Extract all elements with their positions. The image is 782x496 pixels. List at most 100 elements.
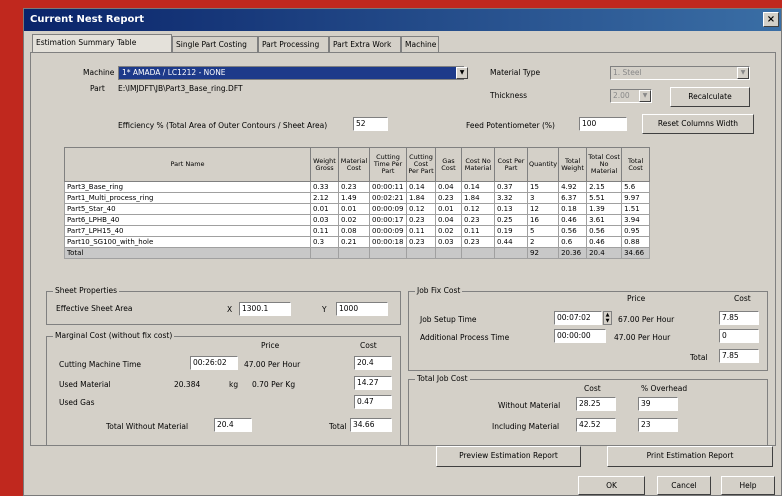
sheet-y-label: Y bbox=[322, 305, 327, 314]
table-cell: 20.36 bbox=[558, 247, 588, 259]
table-cell: 3.61 bbox=[586, 214, 623, 226]
job-setup-time-field[interactable]: 00:07:02 bbox=[554, 311, 602, 325]
marginal-cost-header: Cost bbox=[360, 341, 377, 350]
table-cell: 2.15 bbox=[586, 181, 623, 193]
additional-process-time-label: Additional Process Time bbox=[420, 333, 510, 342]
table-cell: 0.23 bbox=[461, 236, 495, 248]
marginal-total-field[interactable]: 34.66 bbox=[350, 418, 392, 432]
table-row[interactable]: Part7_LPH15_40 0.11 0.08 00:00:09 0.11 0.02 0.… bbox=[64, 225, 651, 237]
col-part-name[interactable]: Part Name bbox=[64, 147, 311, 182]
table-cell: 3.94 bbox=[621, 214, 651, 226]
cancel-button[interactable]: Cancel bbox=[657, 476, 711, 495]
table-cell: 0.11 bbox=[310, 225, 339, 237]
table-cell: 2 bbox=[526, 236, 560, 248]
setup-time-spinner-icon[interactable]: ▲ ▼ bbox=[603, 311, 612, 325]
table-total-row: Total 92 20.36 20.4 34.66 bbox=[64, 247, 651, 259]
close-button[interactable]: × bbox=[763, 12, 779, 27]
table-cell: 0.44 bbox=[494, 236, 528, 248]
print-report-button[interactable]: Print Estimation Report bbox=[607, 446, 773, 467]
job-setup-cost-field[interactable]: 7.85 bbox=[719, 311, 759, 325]
table-cell: Total bbox=[64, 247, 311, 259]
table-cell: Part5_Star_40 bbox=[64, 203, 311, 215]
tab-part-extra-work[interactable]: Part Extra Work bbox=[329, 36, 401, 52]
sheet-x-field[interactable]: 1300.1 bbox=[239, 302, 291, 316]
col-cutting-time[interactable]: Cutting Time Per Part bbox=[369, 147, 407, 182]
col-quantity[interactable]: Quantity bbox=[526, 147, 560, 182]
thickness-dropdown-icon[interactable]: ▼ bbox=[639, 90, 651, 102]
estimation-table: Part Name Weight Gross Material Cost Cut… bbox=[64, 147, 651, 259]
sheet-x-label: X bbox=[227, 305, 233, 314]
help-button[interactable]: Help bbox=[721, 476, 775, 495]
including-material-overhead-field[interactable]: 23 bbox=[638, 418, 678, 432]
material-type-select[interactable]: 1. Steel bbox=[610, 66, 750, 80]
cutting-cost-field[interactable]: 20.4 bbox=[354, 356, 392, 370]
table-row[interactable]: Part10_SG100_with_hole 0.3 0.21 00:00:18 0.2… bbox=[64, 236, 651, 248]
table-cell: 0.02 bbox=[435, 225, 462, 237]
including-material-cost-field[interactable]: 42.52 bbox=[576, 418, 616, 432]
table-cell: 0.23 bbox=[435, 192, 462, 204]
table-cell: 9.97 bbox=[621, 192, 651, 204]
additional-process-cost-field[interactable]: 0 bbox=[719, 329, 759, 343]
jobfix-total-field[interactable]: 7.85 bbox=[719, 349, 759, 363]
table-cell: 0.01 bbox=[435, 203, 462, 215]
table-row[interactable]: Part5_Star_40 0.01 0.01 00:00:09 0.12 0.01 0.1… bbox=[64, 203, 651, 215]
table-cell: 0.33 bbox=[310, 181, 339, 193]
tab-single-part-costing[interactable]: Single Part Costing bbox=[172, 36, 258, 52]
table-cell: 0.19 bbox=[494, 225, 528, 237]
sheet-area-label: Effective Sheet Area bbox=[56, 304, 133, 313]
table-row[interactable]: Part6_LPHB_40 0.03 0.02 00:00:17 0.23 0.04 0.2… bbox=[64, 214, 651, 226]
used-material-cost-field[interactable]: 14.27 bbox=[354, 376, 392, 390]
efficiency-field[interactable]: 52 bbox=[353, 117, 388, 131]
without-material-cost-field[interactable]: 28.25 bbox=[576, 397, 616, 411]
col-total-weight[interactable]: Total Weight bbox=[558, 147, 588, 182]
thickness-label: Thickness bbox=[490, 91, 528, 100]
marginal-total-label: Total bbox=[329, 422, 347, 431]
col-total-cost-no-material[interactable]: Total Cost No Material bbox=[586, 147, 623, 182]
additional-process-price: 47.00 Per Hour bbox=[614, 333, 671, 342]
col-cost-per-part[interactable]: Cost Per Part bbox=[494, 147, 528, 182]
col-material-cost[interactable]: Material Cost bbox=[338, 147, 370, 182]
total-without-material-field[interactable]: 20.4 bbox=[214, 418, 252, 432]
additional-process-time-field[interactable]: 00:00:00 bbox=[554, 329, 606, 343]
table-row[interactable]: Part1_Multi_process_ring 2.12 1.49 00:02:21… bbox=[64, 192, 651, 204]
table-cell: 6.37 bbox=[558, 192, 588, 204]
table-cell: 0.03 bbox=[310, 214, 339, 226]
tab-machine[interactable]: Machine bbox=[401, 36, 439, 52]
sheet-y-field[interactable]: 1000 bbox=[336, 302, 388, 316]
machine-select[interactable]: 1* AMADA / LC1212 - NONE bbox=[118, 66, 464, 80]
job-setup-time-label: Job Setup Time bbox=[420, 315, 477, 324]
job-fix-cost-title: Job Fix Cost bbox=[415, 286, 463, 295]
without-material-overhead-field[interactable]: 39 bbox=[638, 397, 678, 411]
preview-report-button[interactable]: Preview Estimation Report bbox=[436, 446, 581, 467]
ok-button[interactable]: OK bbox=[578, 476, 645, 495]
table-cell: 0.21 bbox=[338, 236, 370, 248]
feed-field[interactable]: 100 bbox=[579, 117, 627, 131]
table-cell: 1.49 bbox=[338, 192, 370, 204]
col-cost-no-material[interactable]: Cost No Material bbox=[461, 147, 495, 182]
used-gas-label: Used Gas bbox=[59, 398, 95, 407]
machine-dropdown-icon[interactable]: ▼ bbox=[456, 67, 468, 79]
table-cell: 0.56 bbox=[586, 225, 623, 237]
cutting-price: 47.00 Per Hour bbox=[244, 360, 301, 369]
tab-estimation-summary[interactable]: Estimation Summary Table bbox=[32, 34, 172, 52]
used-gas-cost-field[interactable]: 0.47 bbox=[354, 395, 392, 409]
col-gas-cost[interactable]: Gas Cost bbox=[435, 147, 462, 182]
tab-part-processing[interactable]: Part Processing bbox=[258, 36, 329, 52]
col-cutting-cost[interactable]: Cutting Cost Per Part bbox=[406, 147, 436, 182]
col-weight-gross[interactable]: Weight Gross bbox=[310, 147, 339, 182]
table-cell: 00:00:17 bbox=[369, 214, 407, 226]
cutting-time-field[interactable]: 00:26:02 bbox=[190, 356, 238, 370]
table-cell: 0.37 bbox=[494, 181, 528, 193]
part-label: Part bbox=[90, 84, 105, 93]
table-cell: 0.23 bbox=[338, 181, 370, 193]
reset-columns-button[interactable]: Reset Columns Width bbox=[642, 114, 754, 134]
col-total-cost[interactable]: Total Cost bbox=[621, 147, 651, 182]
table-cell bbox=[406, 247, 436, 259]
table-row[interactable]: Part3_Base_ring 0.33 0.23 00:00:11 0.14 0.04 0… bbox=[64, 181, 651, 193]
part-path: E:\IMJDFT\JB\Part3_Base_ring.DFT bbox=[118, 84, 243, 93]
material-dropdown-icon[interactable]: ▼ bbox=[737, 67, 749, 79]
totaljob-overhead-header: % Overhead bbox=[641, 384, 688, 393]
table-cell: Part3_Base_ring bbox=[64, 181, 311, 193]
table-cell bbox=[461, 247, 495, 259]
recalculate-button[interactable]: Recalculate bbox=[670, 87, 750, 107]
